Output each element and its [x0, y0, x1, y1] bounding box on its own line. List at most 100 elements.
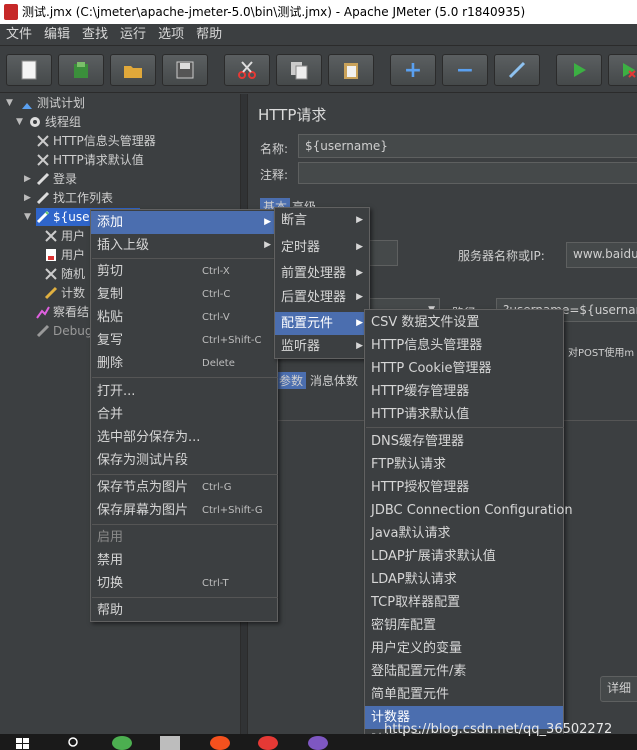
tree-node-header-manager[interactable]: HTTP信息头管理器	[36, 132, 156, 150]
menu-edit[interactable]: 编辑	[38, 24, 76, 46]
cut-icon[interactable]	[224, 54, 270, 86]
open-icon[interactable]	[110, 54, 156, 86]
tree-collapse-arrow[interactable]: ▶	[24, 193, 31, 203]
menu-item-insert-parent[interactable]: 插入上级 ▶	[91, 234, 277, 257]
menu-item-disable[interactable]: 禁用	[91, 549, 277, 572]
submenu-item-pre-processors[interactable]: 前置处理器 ▶	[275, 262, 369, 285]
menu-item-merge[interactable]: 合并	[91, 403, 277, 426]
config-item-ldap-ext-defaults[interactable]: LDAP扩展请求默认值	[365, 545, 563, 568]
config-item-java-defaults[interactable]: Java默认请求	[365, 522, 563, 545]
windows-start-icon[interactable]	[16, 738, 30, 750]
start-no-pause-icon[interactable]	[608, 54, 637, 86]
tab-parameters[interactable]: 参数	[276, 372, 307, 389]
config-item-auth-manager[interactable]: HTTP授权管理器	[365, 476, 563, 499]
app-icon[interactable]	[308, 736, 328, 750]
expand-icon[interactable]: +	[390, 54, 436, 86]
tree-node-thread-group[interactable]: 线程组	[28, 113, 81, 131]
config-item-jdbc[interactable]: JDBC Connection Configuration	[365, 499, 573, 522]
menu-item-save-screen-image[interactable]: 保存屏幕为图片 Ctrl+Shift-G	[91, 499, 277, 522]
pen-icon	[36, 191, 50, 205]
toggle-icon[interactable]	[494, 54, 540, 86]
server-field[interactable]: www.baidu.	[566, 242, 637, 268]
menu-item-cut[interactable]: 剪切 Ctrl-X	[91, 260, 277, 283]
tree-node-debug[interactable]: Debug	[36, 322, 92, 340]
tree-node-job-list[interactable]: 找工作列表	[36, 189, 113, 207]
tab-body-data[interactable]: 消息体数	[310, 372, 358, 389]
menu-item-save-as-test-fragment[interactable]: 保存为测试片段	[91, 449, 277, 472]
menu-item-paste[interactable]: 粘贴 Ctrl-V	[91, 306, 277, 329]
menu-file[interactable]: 文件	[0, 24, 38, 46]
search-icon[interactable]	[68, 737, 80, 749]
app-icon[interactable]	[160, 736, 180, 750]
menu-help[interactable]: 帮助	[190, 24, 228, 46]
submenu-item-assertions[interactable]: 断言 ▶	[275, 209, 369, 232]
pen-icon	[36, 324, 50, 338]
menu-item-copy[interactable]: 复制 Ctrl-C	[91, 283, 277, 306]
submenu-arrow-icon: ▶	[356, 242, 363, 252]
menu-item-add[interactable]: 添加 ▶	[91, 211, 277, 234]
tree-node-view-results[interactable]: 察看结	[36, 303, 89, 321]
submenu-item-listeners[interactable]: 监听器 ▶	[275, 335, 369, 358]
menu-item-toggle[interactable]: 切换 Ctrl-T	[91, 572, 277, 595]
menu-item-duplicate[interactable]: 复写 Ctrl+Shift-C	[91, 329, 277, 352]
menu-bar: 文件 编辑 查找 运行 选项 帮助	[0, 24, 637, 46]
start-icon[interactable]	[556, 54, 602, 86]
tree-node-user-1[interactable]: 用户	[44, 227, 85, 245]
wrench-pencil-icon	[44, 286, 58, 300]
detail-button[interactable]: 详细	[600, 676, 637, 702]
menu-item-save-selection-as[interactable]: 选中部分保存为...	[91, 426, 277, 449]
config-item-cookie-manager[interactable]: HTTP Cookie管理器	[365, 357, 563, 380]
submenu-arrow-icon: ▶	[356, 318, 363, 328]
new-icon[interactable]	[6, 54, 52, 86]
tree-node-login[interactable]: 登录	[36, 170, 77, 188]
config-item-cache-manager[interactable]: HTTP缓存管理器	[365, 380, 563, 403]
tree-expand-arrow[interactable]: ▼	[24, 212, 31, 222]
menu-options[interactable]: 选项	[152, 24, 190, 46]
app-icon[interactable]	[112, 736, 132, 750]
config-item-dns-cache[interactable]: DNS缓存管理器	[365, 430, 563, 453]
tree-node-random[interactable]: 随机	[44, 265, 85, 283]
tree-node-counter[interactable]: 计数	[44, 284, 85, 302]
tree-collapse-arrow[interactable]: ▶	[24, 174, 31, 184]
tree-node-test-plan[interactable]: 测试计划	[20, 94, 85, 112]
chart-icon	[36, 306, 50, 319]
submenu-item-config-elements[interactable]: 配置元件 ▶	[275, 312, 369, 335]
config-item-ldap-defaults[interactable]: LDAP默认请求	[365, 568, 563, 591]
name-field[interactable]: ${username}	[298, 134, 637, 158]
config-elements-submenu: CSV 数据文件设置 HTTP信息头管理器 HTTP Cookie管理器 HTT…	[364, 309, 573, 750]
menu-item-help[interactable]: 帮助	[91, 599, 277, 622]
submenu-arrow-icon: ▶	[264, 217, 271, 227]
tree-expand-arrow[interactable]: ▼	[16, 117, 23, 127]
config-item-request-defaults[interactable]: HTTP请求默认值	[365, 403, 563, 426]
config-item-header-manager[interactable]: HTTP信息头管理器	[365, 334, 563, 357]
menu-item-open[interactable]: 打开...	[91, 380, 277, 403]
pen-icon	[36, 172, 50, 186]
app-icon[interactable]	[210, 736, 230, 750]
tree-node-user-2[interactable]: 用户	[44, 246, 85, 264]
collapse-icon[interactable]: −	[442, 54, 488, 86]
copy-icon[interactable]	[276, 54, 322, 86]
menu-item-save-node-image[interactable]: 保存节点为图片 Ctrl-G	[91, 476, 277, 499]
menu-item-enable[interactable]: 启用	[91, 526, 277, 549]
paste-icon[interactable]	[328, 54, 374, 86]
config-item-ftp-defaults[interactable]: FTP默认请求	[365, 453, 563, 476]
menu-run[interactable]: 运行	[114, 24, 152, 46]
config-item-tcp-sampler[interactable]: TCP取样器配置	[365, 591, 563, 614]
save-icon[interactable]	[162, 54, 208, 86]
config-item-simple-config[interactable]: 简单配置元件	[365, 683, 563, 706]
submenu-item-post-processors[interactable]: 后置处理器 ▶	[275, 286, 369, 309]
protocol-field[interactable]	[366, 240, 398, 266]
submenu-item-timers[interactable]: 定时器 ▶	[275, 236, 369, 259]
config-item-keystore[interactable]: 密钥库配置	[365, 614, 563, 637]
config-item-login-config[interactable]: 登陆配置元件/素	[365, 660, 563, 683]
config-item-user-variables[interactable]: 用户定义的变量	[365, 637, 563, 660]
menu-item-delete[interactable]: 删除 Delete	[91, 352, 277, 375]
tree-node-request-defaults[interactable]: HTTP请求默认值	[36, 151, 144, 169]
page-title: HTTP请求	[258, 106, 327, 124]
comment-field[interactable]	[298, 162, 637, 184]
menu-search[interactable]: 查找	[76, 24, 114, 46]
app-icon[interactable]	[258, 736, 278, 750]
tree-expand-arrow[interactable]: ▼	[6, 98, 13, 108]
templates-icon[interactable]	[58, 54, 104, 86]
config-item-csv-data-set[interactable]: CSV 数据文件设置	[365, 311, 563, 334]
